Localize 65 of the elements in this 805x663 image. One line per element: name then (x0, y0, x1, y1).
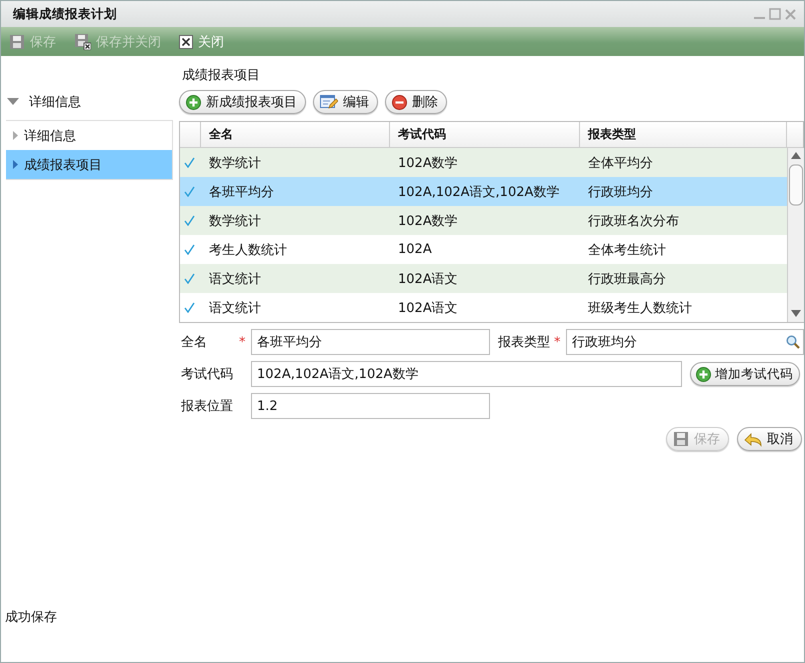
table-row[interactable]: 考生人数统计 102A 全体考生统计 (180, 235, 787, 264)
table-cell-text: 行政班最高分 (588, 270, 666, 288)
table-cell-text: 102A数学 (398, 154, 458, 172)
table-cell-text: 行政班均分 (588, 184, 653, 200)
table-cell-text: 数学统计 (209, 154, 261, 172)
table-cell-text: 102A语文 (398, 300, 458, 316)
plus-circle-icon (186, 94, 201, 110)
triangle-icon (13, 131, 19, 140)
table-cell-text: 语文统计 (209, 300, 261, 316)
field-label: 报表位置 (181, 398, 234, 415)
window-title: 编辑成绩报表计划 (13, 6, 118, 22)
sidebar-item[interactable]: 成绩报表项目 (6, 150, 172, 179)
table-cell-text: 各班平均分 (209, 184, 274, 200)
table-cell-text: 班级考生人数统计 (588, 300, 692, 316)
input-field[interactable]: 各班平均分 (251, 329, 490, 355)
field-label: 报表类型 (498, 334, 550, 351)
collapse-icon (7, 98, 19, 106)
table-cell-text: 行政班名次分布 (588, 212, 679, 230)
floppy-icon (9, 34, 25, 50)
header-cell (180, 122, 201, 148)
table-cell-text: 全体考生统计 (588, 242, 666, 258)
minus-circle-icon (392, 94, 407, 110)
input-field[interactable]: 102A,102A语文,102A数学 (251, 361, 682, 387)
column-header[interactable]: 全名 (201, 122, 390, 148)
table-cell-text: 全体平均分 (588, 154, 653, 172)
column-header[interactable]: 报表类型 (580, 122, 787, 148)
plus-circle-icon (696, 366, 711, 382)
table-row[interactable]: 数学统计 102A数学 全体平均分 (180, 148, 787, 177)
undo-arrow-icon (744, 431, 762, 447)
input-field[interactable]: 1.2 (251, 393, 490, 419)
table-row[interactable]: 数学统计 102A数学 行政班名次分布 (180, 206, 787, 235)
section-header[interactable]: 详细信息 (1, 92, 173, 112)
sidebar-item[interactable]: 详细信息 (6, 121, 172, 150)
grid-button[interactable]: 新成绩报表项目 (179, 90, 306, 114)
scrollbar[interactable] (787, 148, 804, 322)
add-code-button[interactable]: 增加考试代码 (690, 362, 800, 386)
table-cell-text: 考生人数统计 (209, 242, 287, 258)
grid-button[interactable]: 编辑 (313, 90, 378, 114)
cancel-button[interactable]: 取消 (737, 427, 802, 451)
table-row[interactable]: 语文统计 102A语文 行政班最高分 (180, 264, 787, 293)
floppy-icon (74, 33, 91, 50)
table-cell-text: 102A,102A语文,102A数学 (398, 184, 560, 200)
table-cell-text: 102A数学 (398, 212, 458, 230)
table-cell-text: 数学统计 (209, 212, 261, 230)
floppy-icon (673, 431, 689, 447)
table-row[interactable]: 各班平均分 102A,102A语文,102A数学 行政班均分 (180, 177, 787, 206)
column-header[interactable]: 考试代码 (390, 122, 580, 148)
lookup-field[interactable]: 行政班均分 (566, 329, 804, 355)
maximize-icon[interactable] (769, 8, 781, 20)
table-cell-text: 102A语文 (398, 270, 458, 288)
table-cell: 102A (398, 242, 432, 257)
table-row[interactable]: 语文统计 102A语文 班级考生人数统计 (180, 293, 787, 322)
field-label: 考试代码 (181, 366, 234, 383)
triangle-icon (13, 160, 19, 169)
required-mark: * (554, 334, 562, 350)
grid-button[interactable]: 删除 (385, 90, 447, 114)
section-title: 成绩报表项目 (182, 67, 261, 84)
table-cell-text: 语文统计 (209, 270, 261, 288)
required-mark: * (239, 334, 246, 350)
form-pencil-icon (320, 94, 338, 110)
close-icon (179, 34, 193, 48)
status-text: 成功保存 (5, 609, 58, 626)
close-icon[interactable] (785, 8, 796, 20)
search-icon (786, 335, 800, 349)
field-label: 全名 (181, 334, 208, 351)
